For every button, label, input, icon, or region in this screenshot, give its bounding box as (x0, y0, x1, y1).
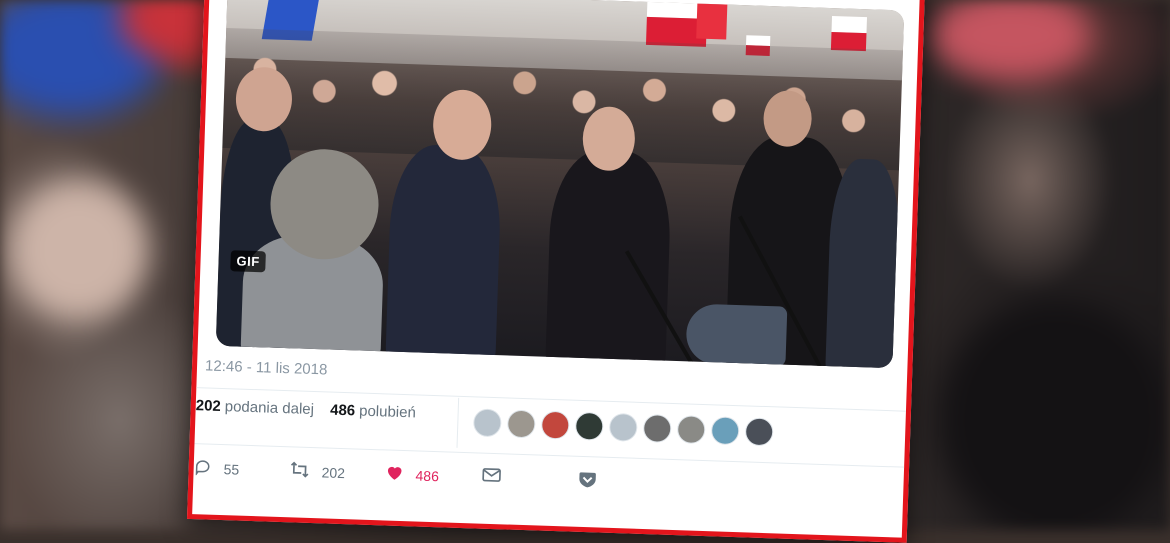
default-avatar[interactable] (608, 412, 638, 442)
mail-icon (481, 467, 502, 488)
likes-stat[interactable]: 486 polubień (330, 402, 416, 422)
tv-camera (685, 303, 788, 367)
gif-badge: GIF (230, 250, 267, 273)
default-avatar[interactable] (472, 408, 502, 438)
more-options-button[interactable] (577, 470, 610, 493)
chevron-down-icon (577, 470, 598, 493)
retweets-stat[interactable]: 202 podania dalej (195, 397, 314, 418)
divider (456, 397, 460, 448)
bw-avatar[interactable] (642, 413, 672, 443)
retweets-count: 202 (195, 397, 222, 415)
person-suit (385, 143, 503, 368)
flag-poland (696, 0, 728, 40)
sketch-avatar[interactable] (676, 415, 706, 445)
tweet-actions: 55 202 486 (193, 457, 904, 488)
photo-avatar[interactable] (744, 417, 774, 447)
tweet-card: GIF 12:46 - 11 lis 2018 202 podania dalej… (186, 0, 926, 543)
like-button[interactable]: 486 (385, 463, 439, 486)
reply-count: 55 (223, 461, 240, 478)
dark-avatar[interactable] (574, 411, 604, 441)
coin-avatar[interactable] (506, 409, 536, 439)
tweet-timestamp[interactable]: 12:46 - 11 lis 2018 (205, 357, 328, 378)
direct-message-button[interactable] (481, 467, 514, 488)
retweet-count: 202 (321, 464, 346, 482)
likes-count: 486 (329, 401, 356, 420)
red-avatar[interactable] (540, 410, 570, 440)
person-center (545, 148, 673, 369)
retweets-label: podania dalej (224, 398, 315, 419)
reply-button[interactable]: 55 (193, 457, 240, 480)
liker-avatars (472, 408, 780, 447)
flag-poland (831, 16, 868, 34)
cameraman (825, 158, 903, 369)
reply-icon (193, 457, 212, 480)
landscape-avatar[interactable] (710, 416, 740, 446)
tweet-stats: 202 podania dalej 486 polubień (195, 397, 428, 422)
heart-icon (385, 463, 404, 485)
likes-label: polubień (358, 402, 417, 422)
like-count: 486 (415, 466, 440, 484)
retweet-button[interactable]: 202 (289, 460, 345, 484)
retweet-icon (289, 460, 310, 483)
tweet-gif-media[interactable]: GIF (215, 0, 905, 369)
